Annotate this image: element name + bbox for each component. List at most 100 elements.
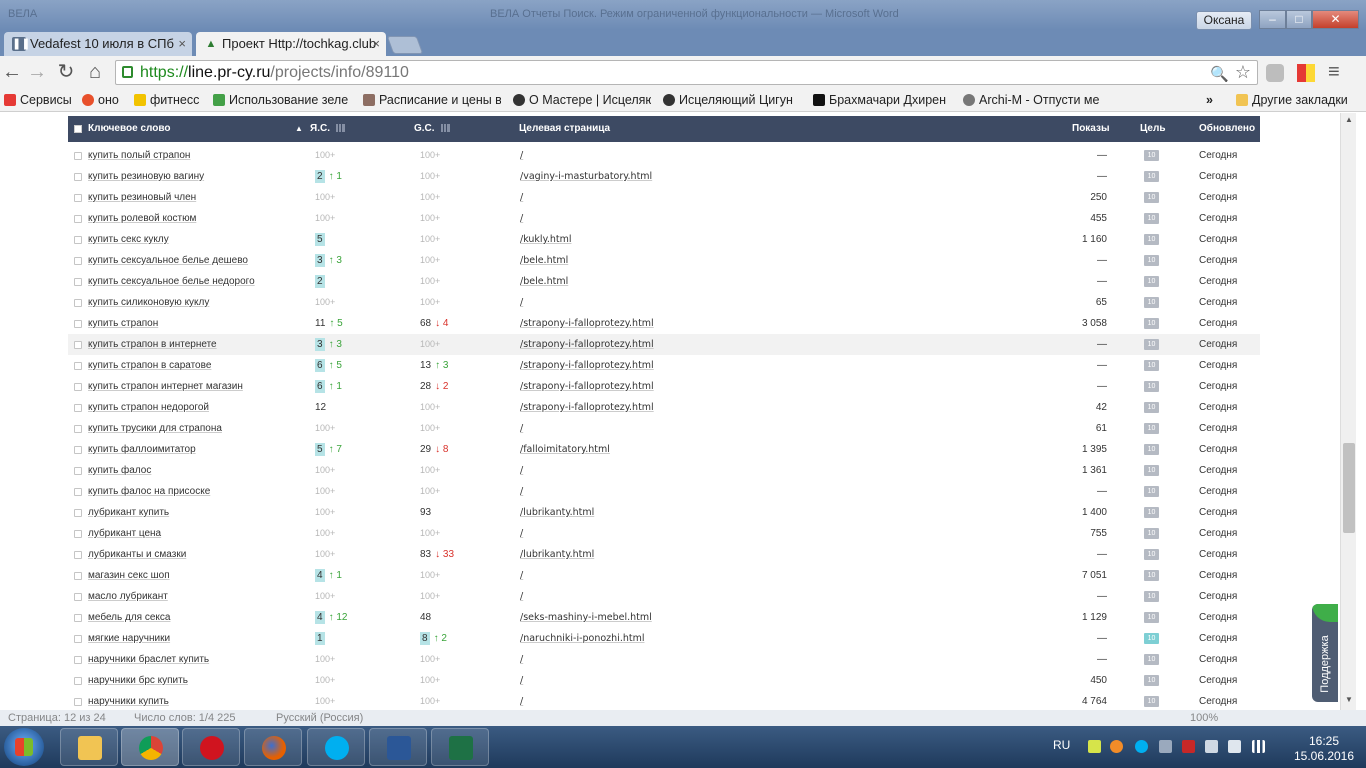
other-bookmarks-folder[interactable]: Другие закладки — [1236, 91, 1364, 109]
keyword-link[interactable]: купить страпон в интернете — [88, 334, 217, 355]
target-page-link[interactable]: /bele.html — [520, 250, 568, 271]
select-all-checkbox[interactable] — [74, 125, 82, 133]
target-page-link[interactable]: /seks-mashiny-i-mebel.html — [520, 607, 652, 628]
target-page-link[interactable]: / — [520, 565, 523, 586]
back-icon[interactable]: ← — [0, 60, 24, 84]
table-row[interactable]: масло лубрикант 100+ 100+ / — 10 Сегодня — [68, 586, 1260, 607]
table-row[interactable]: наручники купить 100+ 100+ / 4 764 10 Сегодня — [68, 691, 1260, 710]
target-page-link[interactable]: /kukly.html — [520, 229, 572, 250]
table-row[interactable]: наручники брс купить 100+ 100+ / 450 10 Сегодн… — [68, 670, 1260, 691]
table-row[interactable]: купить трусики для страпона 100+ 100+ / 61 10… — [68, 418, 1260, 439]
action-center-flag-icon[interactable] — [1205, 740, 1218, 753]
row-checkbox[interactable] — [74, 446, 82, 454]
goal-badge[interactable]: 10 — [1144, 171, 1159, 182]
goal-badge[interactable]: 10 — [1144, 486, 1159, 497]
bookmark-brahmachari[interactable]: Брахмачари Дхирен — [813, 91, 951, 109]
bookmark-greens[interactable]: Использование зеле — [213, 91, 351, 109]
goal-badge[interactable]: 10 — [1144, 150, 1159, 161]
profile-button[interactable]: Оксана — [1196, 11, 1252, 30]
row-checkbox[interactable] — [74, 257, 82, 265]
table-row[interactable]: мягкие наручники 1 8 ↑ 2/naruchniki-i-ponoz… — [68, 628, 1260, 649]
tray-app-icon[interactable] — [1159, 740, 1172, 753]
taskbar-firefox[interactable] — [244, 728, 302, 766]
taskbar-opera[interactable] — [182, 728, 240, 766]
page-scrollbar[interactable]: ▲ ▼ — [1340, 113, 1356, 710]
target-page-link[interactable]: / — [520, 586, 523, 607]
row-checkbox[interactable] — [74, 383, 82, 391]
table-row[interactable]: мебель для секса 4 ↑ 12 48/seks-mashiny-i-m… — [68, 607, 1260, 628]
keyword-link[interactable]: купить трусики для страпона — [88, 418, 222, 439]
row-checkbox[interactable] — [74, 467, 82, 475]
keyword-link[interactable]: купить фалос — [88, 460, 151, 481]
row-checkbox[interactable] — [74, 593, 82, 601]
goal-badge[interactable]: 10 — [1144, 570, 1159, 581]
tab-vedafest[interactable]: ❚❚ Vedafest 10 июля в СПб × — [4, 32, 192, 56]
target-page-link[interactable]: / — [520, 418, 523, 439]
goal-badge[interactable]: 10 — [1144, 696, 1159, 707]
target-page-link[interactable]: /vaginy-i-masturbatory.html — [520, 166, 652, 187]
new-tab-button[interactable] — [386, 36, 424, 54]
goal-badge[interactable]: 10 — [1144, 360, 1159, 371]
more-bookmarks-icon[interactable]: » — [1206, 91, 1226, 109]
goal-badge[interactable]: 10 — [1144, 465, 1159, 476]
goal-badge[interactable]: 10 — [1144, 234, 1159, 245]
sort-ascending-icon[interactable]: ▲ — [295, 116, 303, 142]
tab-project-active[interactable]: ▲ Проект Http://tochkag.club × — [196, 32, 386, 56]
goal-badge[interactable]: 10 — [1144, 381, 1159, 392]
table-row[interactable]: купить резиновый член 100+ 100+ / 250 10 Сегод… — [68, 187, 1260, 208]
table-row[interactable]: лубриканты и смазки 100+ 83 ↓ 33/lubrikanty… — [68, 544, 1260, 565]
row-checkbox[interactable] — [74, 677, 82, 685]
table-row[interactable]: купить фаллоимитатор 5 ↑ 7 29 ↓ 8/falloimita… — [68, 439, 1260, 460]
zoom-icon[interactable]: 🔍 — [1210, 63, 1229, 86]
table-row[interactable]: купить страпон в саратове 6 ↑ 5 13 ↑ 3/strap… — [68, 355, 1260, 376]
goal-badge[interactable]: 10 — [1144, 192, 1159, 203]
column-header-google[interactable]: G.С. — [414, 116, 450, 142]
chart-bars-icon[interactable] — [440, 124, 450, 133]
row-checkbox[interactable] — [74, 152, 82, 160]
bookmark-qigong[interactable]: Исцеляющий Цигун — [663, 91, 797, 109]
volume-icon[interactable] — [1228, 740, 1241, 753]
keyword-link[interactable]: купить фаллоимитатор — [88, 439, 196, 460]
table-row[interactable]: магазин секс шоп 4 ↑ 1 100+ / 7 051 10 Сегодня — [68, 565, 1260, 586]
keyword-link[interactable]: магазин секс шоп — [88, 565, 170, 586]
bookmark-ono[interactable]: оно — [82, 91, 128, 109]
keyword-link[interactable]: мягкие наручники — [88, 628, 170, 649]
keyword-link[interactable]: лубрикант купить — [88, 502, 169, 523]
goal-badge[interactable]: 10 — [1144, 507, 1159, 518]
extension-flag-icon[interactable] — [1297, 64, 1315, 82]
goal-badge[interactable]: 10 — [1144, 654, 1159, 665]
target-page-link[interactable]: /lubrikanty.html — [520, 502, 594, 523]
taskbar-chrome[interactable] — [121, 728, 179, 766]
goal-badge[interactable]: 10 — [1144, 255, 1159, 266]
goal-badge[interactable]: 10 — [1144, 444, 1159, 455]
target-page-link[interactable]: / — [520, 523, 523, 544]
row-checkbox[interactable] — [74, 698, 82, 706]
row-checkbox[interactable] — [74, 509, 82, 517]
table-row[interactable]: купить фалос 100+ 100+ / 1 361 10 Сегодня — [68, 460, 1260, 481]
tray-app-icon[interactable] — [1088, 740, 1101, 753]
taskbar-word[interactable] — [369, 728, 427, 766]
table-row[interactable]: купить сексуальное белье недорого 2 100+ /b… — [68, 271, 1260, 292]
target-page-link[interactable]: /strapony-i-falloprotezy.html — [520, 355, 654, 376]
table-row[interactable]: купить страпон недорогой 12 100+ /strapony-… — [68, 397, 1260, 418]
keyword-link[interactable]: купить ролевой костюм — [88, 208, 196, 229]
goal-badge[interactable]: 10 — [1144, 339, 1159, 350]
row-checkbox[interactable] — [74, 551, 82, 559]
row-checkbox[interactable] — [74, 194, 82, 202]
bookmark-master[interactable]: О Мастере | Исцеляю — [513, 91, 651, 109]
tab-close-icon[interactable]: × — [178, 32, 186, 56]
keyword-link[interactable]: купить резиновый член — [88, 187, 196, 208]
row-checkbox[interactable] — [74, 404, 82, 412]
taskbar-skype[interactable] — [307, 728, 365, 766]
table-row[interactable]: лубрикант цена 100+ 100+ / 755 10 Сегодня — [68, 523, 1260, 544]
row-checkbox[interactable] — [74, 299, 82, 307]
tray-skype-icon[interactable] — [1135, 740, 1148, 753]
target-page-link[interactable]: / — [520, 187, 523, 208]
keyword-link[interactable]: купить полый страпон — [88, 145, 190, 166]
table-row[interactable]: купить силиконовую куклу 100+ 100+ / 65 10 Сег… — [68, 292, 1260, 313]
row-checkbox[interactable] — [74, 530, 82, 538]
table-row[interactable]: купить страпон интернет магазин 6 ↑ 1 28 ↓ 2… — [68, 376, 1260, 397]
target-page-link[interactable]: /lubrikanty.html — [520, 544, 594, 565]
goal-badge[interactable]: 10 — [1144, 549, 1159, 560]
row-checkbox[interactable] — [74, 635, 82, 643]
